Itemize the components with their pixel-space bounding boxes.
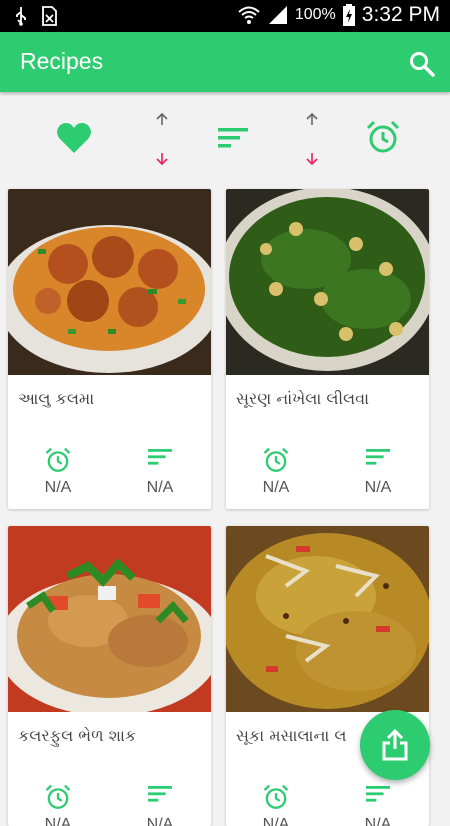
servings-value: N/A [146, 479, 174, 496]
page-title: Recipes [20, 48, 104, 74]
time-stat: N/A [246, 447, 306, 496]
recipe-card[interactable]: સૂરણ નાંખેલા લીલવા N/A N/A [226, 189, 429, 509]
battery-charging-icon [342, 4, 355, 26]
time-value: N/A [262, 479, 290, 496]
recipe-name: સૂકા મસાલાના લ [236, 726, 347, 745]
usb-icon [16, 7, 26, 26]
sort-ascending-arrow-icon[interactable] [154, 112, 170, 126]
recipe-image [226, 526, 429, 712]
alarm-clock-icon [263, 447, 289, 472]
recipe-card[interactable]: સૂકા મસાલાના લ N/A N/A [226, 526, 429, 826]
time-stat: N/A [28, 447, 88, 496]
recipe-card[interactable]: કલરફુલ ભેળ શાક N/A N/A [8, 526, 211, 826]
servings-value: N/A [364, 816, 392, 826]
time-stat: N/A [246, 784, 306, 826]
wifi-icon [238, 6, 260, 24]
servings-value: N/A [364, 479, 392, 496]
signal-icon [268, 6, 287, 24]
sort-lines-icon [148, 786, 172, 802]
clock-time: 3:32 PM [361, 3, 440, 26]
alarm-clock-icon [263, 784, 289, 809]
sort-toolbar [0, 92, 450, 180]
recipe-name: કલરફુલ ભેળ શાક [18, 726, 137, 745]
sort-lines-icon [366, 449, 390, 465]
time-stat: N/A [28, 784, 88, 826]
recipe-image [8, 189, 211, 375]
recipe-name: સૂરણ નાંખેલા લીલવા [236, 389, 370, 408]
time-sort-descending-arrow-icon[interactable] [304, 152, 320, 166]
alarm-clock-icon [45, 784, 71, 809]
sort-lines-icon [366, 786, 390, 802]
heart-icon[interactable] [56, 122, 92, 154]
recipe-card[interactable]: આલુ કલમા N/A N/A [8, 189, 211, 509]
sort-descending-arrow-icon[interactable] [154, 152, 170, 166]
search-icon[interactable] [408, 50, 436, 78]
servings-value: N/A [146, 816, 174, 826]
alarm-clock-icon[interactable] [366, 120, 400, 154]
servings-stat: N/A [348, 447, 408, 496]
time-sort-ascending-arrow-icon[interactable] [304, 112, 320, 126]
alarm-clock-icon [45, 447, 71, 472]
app-bar: Recipes [0, 32, 450, 92]
time-value: N/A [44, 816, 72, 826]
share-icon [382, 729, 408, 761]
recipe-image [226, 189, 429, 375]
time-value: N/A [262, 816, 290, 826]
servings-stat: N/A [348, 784, 408, 826]
servings-stat: N/A [130, 784, 190, 826]
recipe-image [8, 526, 211, 712]
no-sim-icon [42, 6, 57, 26]
battery-percent: 100% [294, 6, 336, 23]
time-value: N/A [44, 479, 72, 496]
servings-stat: N/A [130, 447, 190, 496]
sort-lines-icon[interactable] [218, 126, 248, 150]
sort-lines-icon [148, 449, 172, 465]
status-bar: 100% 3:32 PM [0, 0, 450, 32]
recipe-name: આલુ કલમા [18, 389, 95, 408]
share-button[interactable] [360, 710, 430, 780]
